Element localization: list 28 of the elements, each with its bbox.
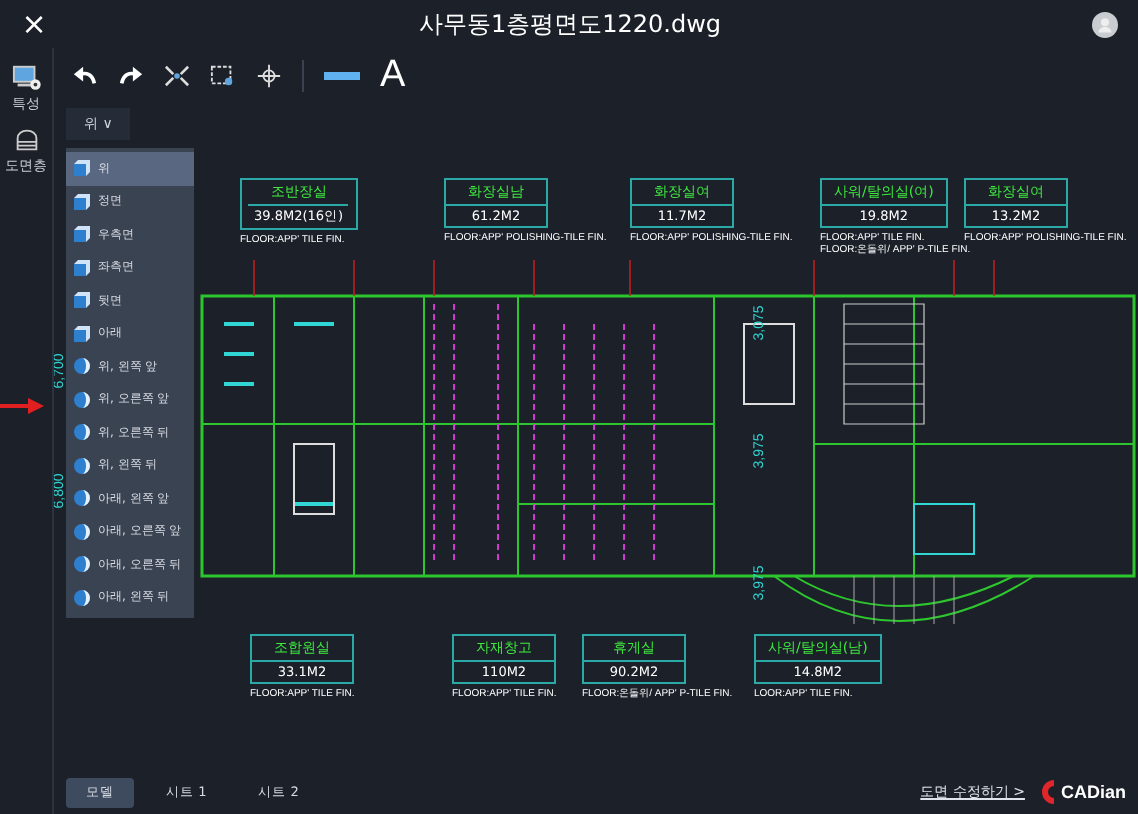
view-sphere-icon bbox=[74, 589, 90, 606]
zoom-extents-icon[interactable] bbox=[164, 64, 190, 88]
view-sphere-icon bbox=[74, 556, 90, 573]
view-sphere-icon bbox=[74, 490, 90, 507]
pan-icon[interactable] bbox=[256, 64, 282, 88]
logo-icon bbox=[1036, 780, 1055, 804]
cube-icon bbox=[74, 226, 90, 243]
undo-icon[interactable] bbox=[72, 64, 98, 88]
layers-icon bbox=[11, 126, 41, 154]
arrow-icon bbox=[0, 398, 44, 414]
text-tool-button[interactable]: A bbox=[380, 54, 406, 98]
view-sphere-icon bbox=[74, 424, 90, 441]
view-sphere-icon bbox=[74, 457, 90, 474]
brand-name: CADian bbox=[1060, 782, 1126, 802]
view-sphere-icon bbox=[74, 523, 90, 540]
window-title: 사무동1층평면도1220.dwg bbox=[416, 7, 724, 41]
view-sphere-icon bbox=[74, 391, 90, 408]
close-button[interactable]: × bbox=[20, 6, 48, 42]
cube-icon bbox=[74, 292, 90, 309]
view-sphere-icon bbox=[74, 358, 90, 375]
avatar-icon[interactable] bbox=[1092, 11, 1118, 37]
cube-icon bbox=[74, 160, 90, 177]
cube-icon bbox=[74, 193, 90, 210]
zoom-window-icon[interactable] bbox=[210, 64, 236, 88]
monitor-gear-icon bbox=[11, 64, 41, 92]
cube-icon bbox=[74, 325, 90, 342]
redo-icon[interactable] bbox=[118, 64, 144, 88]
cube-icon bbox=[74, 259, 90, 276]
